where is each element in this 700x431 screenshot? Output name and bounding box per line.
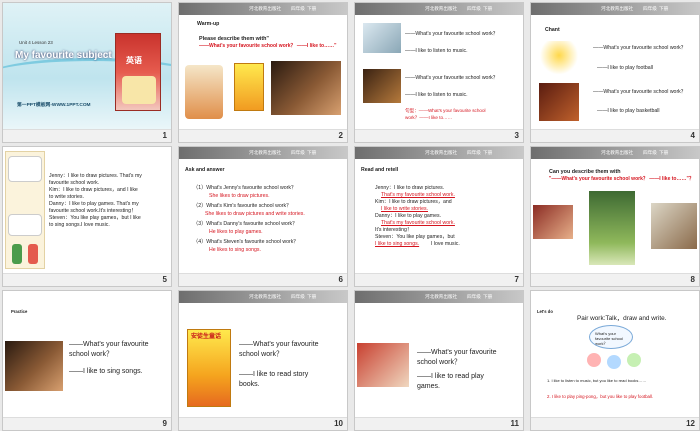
unit-lesson: Unit 4 Lesson 23 (19, 40, 53, 45)
girl-music-photo (363, 23, 401, 53)
gaming-boy-photo (357, 343, 409, 387)
basketball-photo (539, 83, 579, 121)
section-label: Chant (545, 27, 560, 33)
section-label: Ask and answer (185, 167, 225, 173)
painting-photo (651, 203, 697, 249)
slide-thumbnail-5[interactable]: Jenny：I like to draw pictures. That's my… (2, 146, 172, 287)
kids-photo (533, 205, 573, 239)
slide-thumbnail-11[interactable]: 河北教育出版社 四年级 下册 ——What's your favourite sch… (354, 290, 524, 431)
slide-header: 河北教育出版社 四年级 下册 (179, 291, 347, 303)
slide-thumbnail-3[interactable]: 河北教育出版社 四年级 下册 ——What's your favourite sch… (354, 2, 524, 143)
slide-title: Pair work:Talk，draw and write. (577, 315, 667, 322)
slide-number: 11 (510, 419, 519, 428)
slide-thumbnail-2[interactable]: 河北教育出版社 四年级 下册 Warm-up Please describe the… (178, 2, 348, 143)
slide-number: 12 (686, 419, 695, 428)
book-cover-image (234, 63, 264, 111)
slide-thumbnail-12[interactable]: Let's do Pair work:Talk，draw and write. … (530, 290, 700, 431)
slide-thumbnail-4[interactable]: 河北教育出版社 四年级 下册 Chant ——What's your favouri… (530, 2, 700, 143)
slide-title: My favourite subject (15, 50, 112, 61)
singer-photo (5, 341, 63, 391)
slide-number: 2 (338, 131, 343, 140)
soccer-photo (589, 191, 635, 265)
slide-number: 3 (514, 131, 519, 140)
reading-photo (363, 69, 401, 103)
slide-header: 河北教育出版社 四年级 下册 (531, 3, 699, 15)
section-label: Let's do (537, 309, 553, 314)
section-label: Warm-up (197, 21, 220, 27)
activity-icons (587, 351, 643, 373)
book-cover-image: 英语 (115, 33, 161, 111)
football-player-image (539, 41, 579, 77)
slide-number: 4 (690, 131, 695, 140)
story-book-image: 安徒生童话 (187, 329, 231, 407)
slide-number: 1 (162, 131, 167, 140)
slide-header: 河北教育出版社 四年级 下册 (179, 147, 347, 159)
singer-photo (271, 61, 341, 115)
slide-header: 河北教育出版社 四年级 下册 (355, 147, 523, 159)
slide-number: 9 (162, 419, 167, 428)
girl-drawing-image (185, 65, 223, 119)
slide-thumbnail-6[interactable]: 河北教育出版社 四年级 下册 Ask and answer （1）What's Je… (178, 146, 348, 287)
slide-header: 河北教育出版社 四年级 下册 (179, 3, 347, 15)
section-label: Read and retell (361, 167, 399, 173)
slide-thumbnail-10[interactable]: 河北教育出版社 四年级 下册 安徒生童话 ——What's your favouri… (178, 290, 348, 431)
slide-header: 河北教育出版社 四年级 下册 (355, 3, 523, 15)
speech-bubble: What's your favourite school work？ (589, 325, 633, 349)
slide-header: 河北教育出版社 四年级 下册 (355, 291, 523, 303)
slide-thumbnail-1[interactable]: Unit 4 Lesson 23 My favourite subject 英语… (2, 2, 172, 143)
section-label: Practice (11, 309, 28, 314)
slide-thumbnail-9[interactable]: Practice ——What's your favourite school … (2, 290, 172, 431)
footer-text: 第一PPT模板网-WWW.1PPT.COM (17, 103, 91, 108)
slide-number: 6 (338, 275, 343, 284)
slide-thumbnail-7[interactable]: 河北教育出版社 四年级 下册 Read and retell Jenny：I lik… (354, 146, 524, 287)
slide-number: 5 (162, 275, 167, 284)
slide-number: 10 (334, 419, 343, 428)
slide-thumbnail-8[interactable]: 河北教育出版社 四年级 下册 Can you describe them with … (530, 146, 700, 287)
slide-number: 8 (690, 275, 695, 284)
slide-number: 7 (514, 275, 519, 284)
comic-panels-image (5, 151, 45, 269)
slide-header: 河北教育出版社 四年级 下册 (531, 147, 699, 159)
